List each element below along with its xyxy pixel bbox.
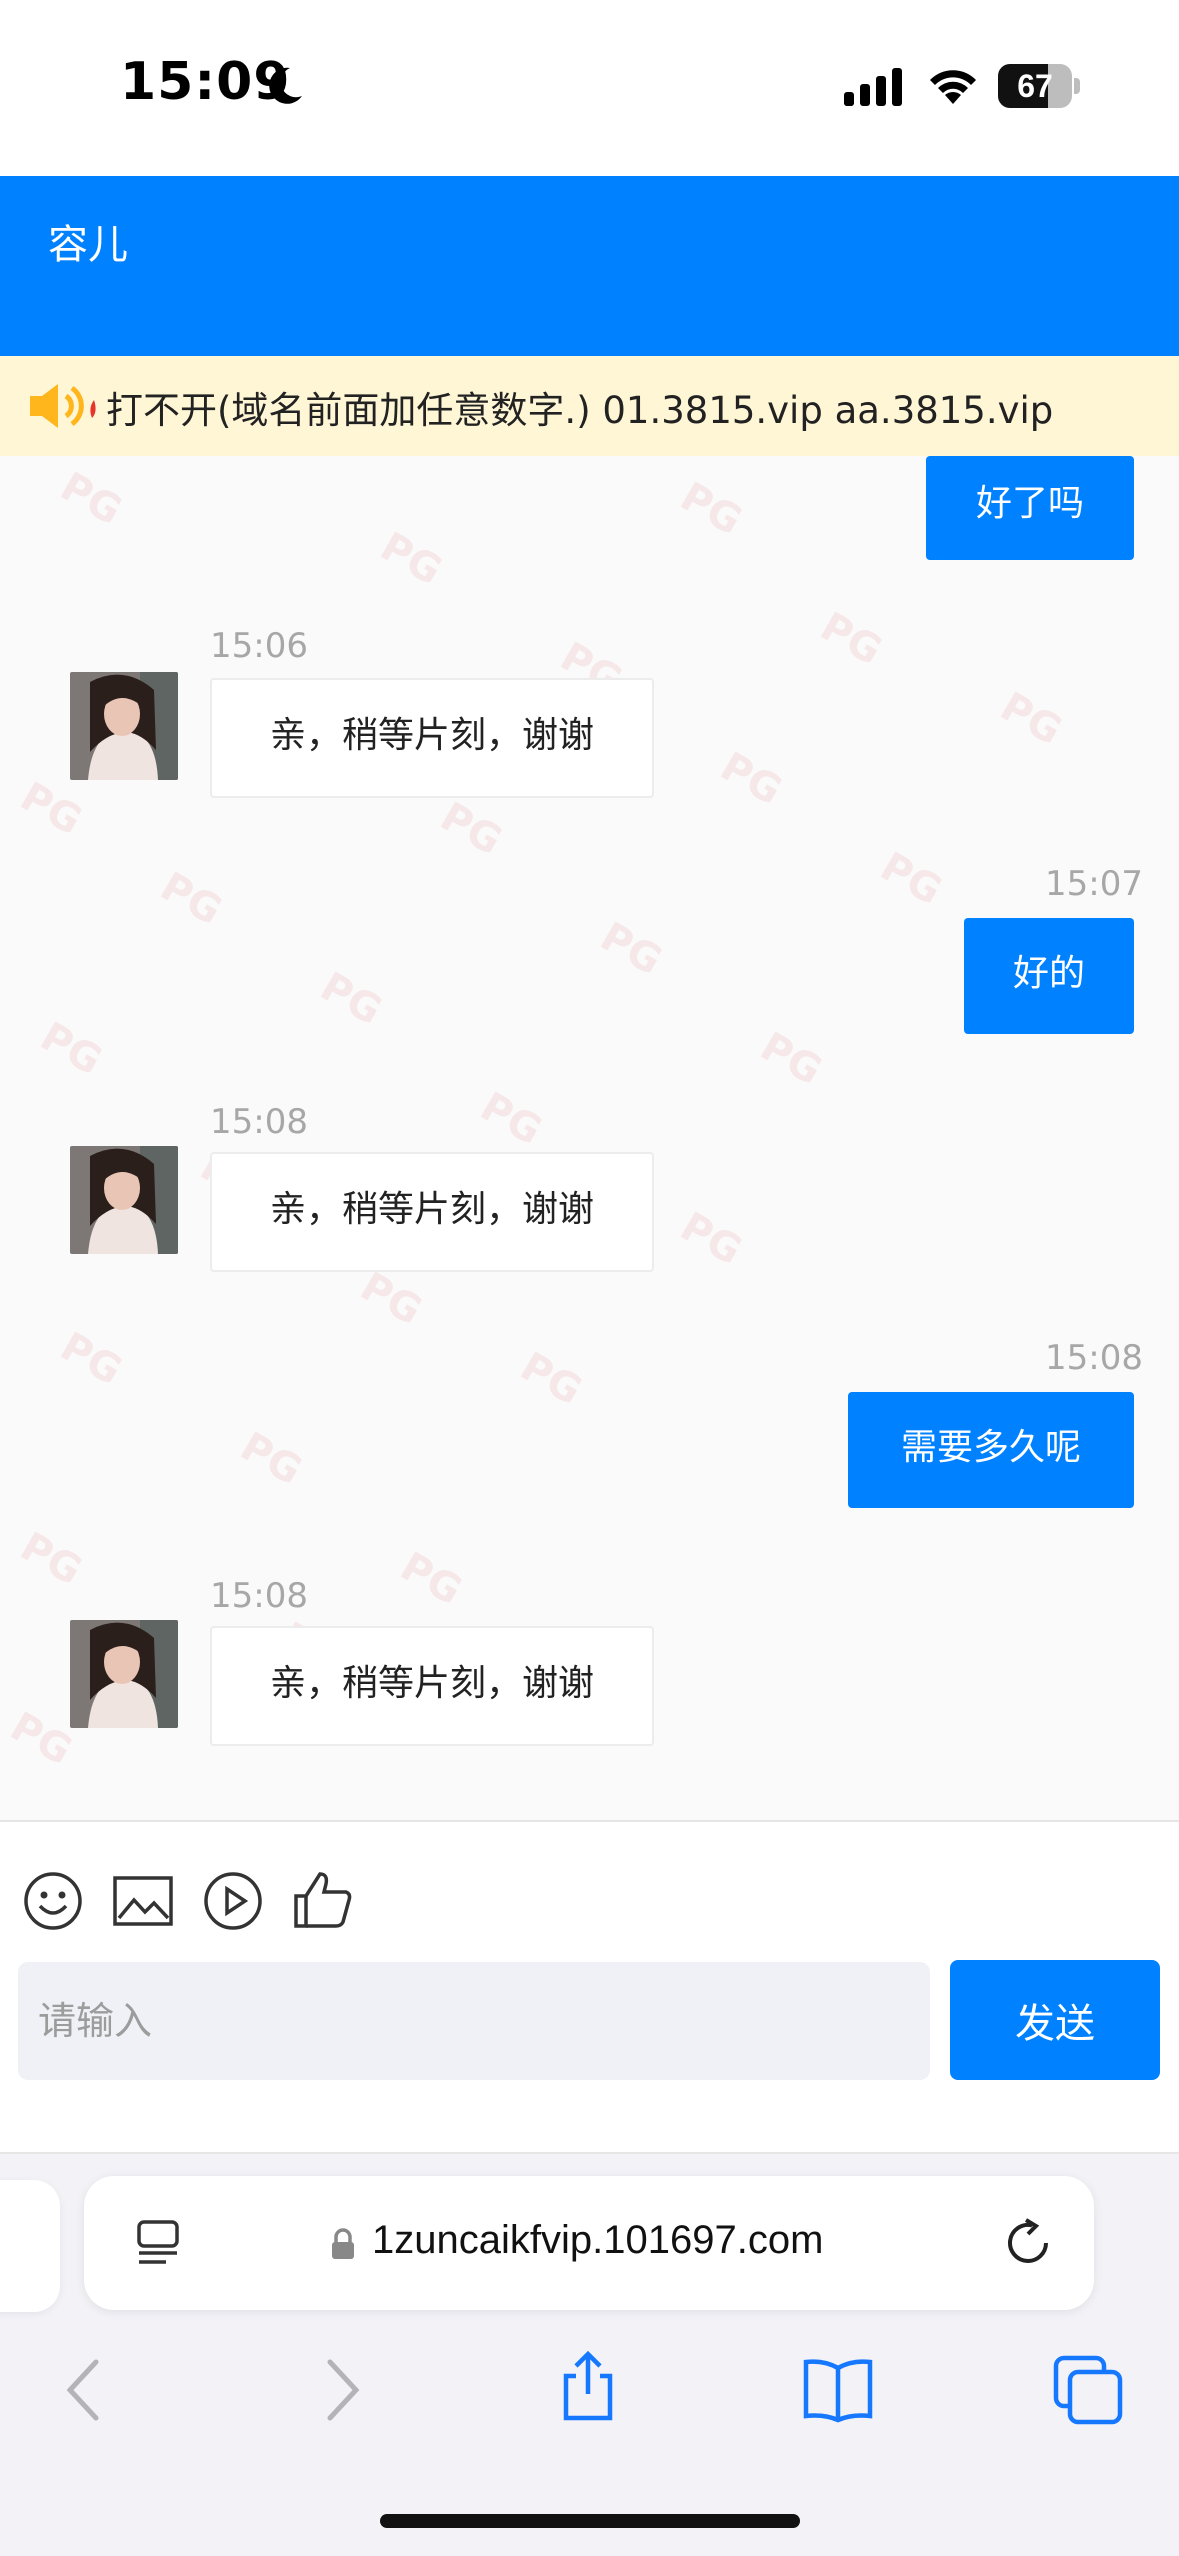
moon-icon <box>269 67 302 104</box>
status-bar: 15:09 67 <box>0 0 1179 176</box>
video-icon[interactable] <box>202 1870 264 1932</box>
forward-icon[interactable] <box>304 2354 376 2426</box>
message-time: 15:06 <box>210 626 308 666</box>
image-icon[interactable] <box>112 1870 174 1932</box>
message-time: 15:08 <box>1045 1338 1143 1378</box>
message-time: 15:08 <box>210 1576 308 1616</box>
reload-icon[interactable] <box>1002 2216 1056 2270</box>
send-button[interactable]: 发送 <box>950 1960 1160 2080</box>
incoming-message: 亲，稍等片刻，谢谢 <box>210 1152 654 1272</box>
agent-avatar[interactable] <box>70 672 178 780</box>
bookmarks-icon[interactable] <box>802 2354 874 2426</box>
message-time: 15:08 <box>210 1102 308 1142</box>
outgoing-message: 好了吗 <box>926 456 1134 560</box>
browser-toolbar: 1zuncaikfvip.101697.com <box>0 2154 1179 2556</box>
chat-messages[interactable]: PG PG PG PG PG PG PG PG PG PG PG PG PG P… <box>0 456 1179 1820</box>
agent-avatar[interactable] <box>70 1146 178 1254</box>
message-composer: 发送 <box>0 1820 1179 2154</box>
emoji-icon[interactable] <box>22 1870 84 1932</box>
speaker-icon <box>30 384 96 428</box>
reader-view-icon[interactable] <box>134 2218 184 2268</box>
message-input[interactable] <box>18 1962 930 2080</box>
url-text[interactable]: 1zuncaikfvip.101697.com <box>372 2218 823 2263</box>
battery-indicator: 67 <box>998 64 1080 108</box>
battery-percent: 67 <box>1017 68 1053 104</box>
message-time: 15:07 <box>1045 864 1143 904</box>
message-text: 好的 <box>1012 953 1085 994</box>
wifi-icon <box>930 70 976 104</box>
agent-avatar[interactable] <box>70 1620 178 1728</box>
lock-icon <box>332 2228 354 2259</box>
message-text: 亲，稍等片刻，谢谢 <box>269 715 594 756</box>
message-text: 亲，稍等片刻，谢谢 <box>269 1189 594 1230</box>
outgoing-message: 需要多久呢 <box>848 1392 1134 1508</box>
share-icon[interactable] <box>552 2350 624 2422</box>
message-text: 亲，稍等片刻，谢谢 <box>269 1663 594 1704</box>
chat-title: 容儿 <box>48 222 128 268</box>
previous-tab-preview[interactable] <box>0 2180 60 2312</box>
notice-text: 打不开(域名前面加任意数字.) 01.3815.vip aa.3815.vip <box>106 389 1054 432</box>
thumbs-up-icon[interactable] <box>292 1868 354 1930</box>
message-text: 需要多久呢 <box>900 1427 1081 1468</box>
outgoing-message: 好的 <box>964 918 1134 1034</box>
notice-bar: 打不开(域名前面加任意数字.) 01.3815.vip aa.3815.vip <box>0 356 1179 456</box>
message-text: 好了吗 <box>975 483 1084 524</box>
incoming-message: 亲，稍等片刻，谢谢 <box>210 1626 654 1746</box>
tabs-icon[interactable] <box>1052 2354 1124 2426</box>
address-bar[interactable]: 1zuncaikfvip.101697.com <box>84 2176 1094 2310</box>
cellular-signal-icon <box>844 68 902 106</box>
back-icon[interactable] <box>50 2354 122 2426</box>
chat-header: 容儿 <box>0 176 1179 356</box>
home-indicator <box>380 2514 800 2528</box>
incoming-message: 亲，稍等片刻，谢谢 <box>210 678 654 798</box>
